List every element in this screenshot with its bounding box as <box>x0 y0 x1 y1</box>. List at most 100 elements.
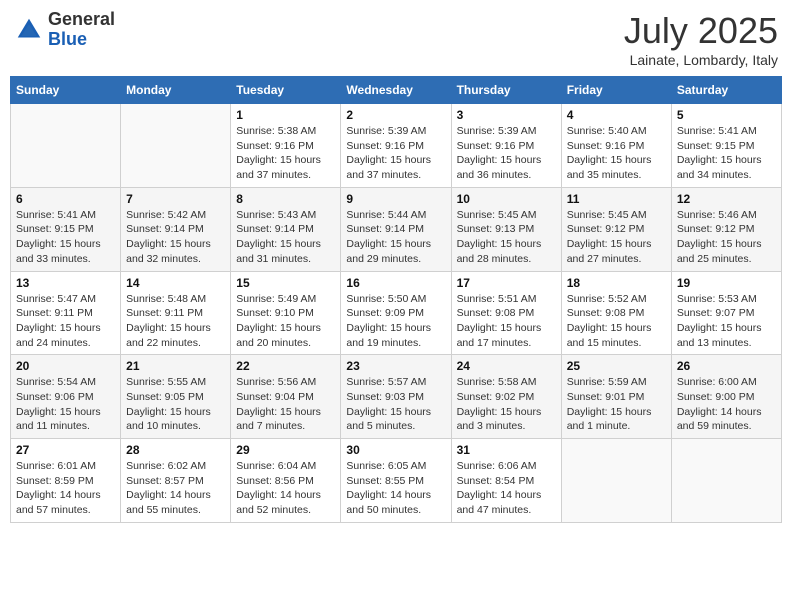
day-info: Sunrise: 5:38 AMSunset: 9:16 PMDaylight:… <box>236 124 335 183</box>
day-cell: 20 Sunrise: 5:54 AMSunset: 9:06 PMDayligh… <box>11 355 121 439</box>
week-row-1: 1 Sunrise: 5:38 AMSunset: 9:16 PMDaylight… <box>11 104 782 188</box>
day-info: Sunrise: 5:42 AMSunset: 9:14 PMDaylight:… <box>126 208 225 267</box>
day-info: Sunrise: 5:51 AMSunset: 9:08 PMDaylight:… <box>457 292 556 351</box>
day-cell <box>11 104 121 188</box>
day-number: 8 <box>236 192 335 206</box>
day-number: 10 <box>457 192 556 206</box>
day-info: Sunrise: 5:47 AMSunset: 9:11 PMDaylight:… <box>16 292 115 351</box>
day-info: Sunrise: 5:41 AMSunset: 9:15 PMDaylight:… <box>16 208 115 267</box>
day-number: 22 <box>236 359 335 373</box>
day-cell: 27 Sunrise: 6:01 AMSunset: 8:59 PMDayligh… <box>11 439 121 523</box>
day-number: 3 <box>457 108 556 122</box>
day-info: Sunrise: 5:50 AMSunset: 9:09 PMDaylight:… <box>346 292 445 351</box>
day-info: Sunrise: 5:39 AMSunset: 9:16 PMDaylight:… <box>346 124 445 183</box>
day-info: Sunrise: 6:02 AMSunset: 8:57 PMDaylight:… <box>126 459 225 518</box>
day-number: 1 <box>236 108 335 122</box>
day-number: 31 <box>457 443 556 457</box>
day-info: Sunrise: 5:52 AMSunset: 9:08 PMDaylight:… <box>567 292 666 351</box>
day-info: Sunrise: 6:01 AMSunset: 8:59 PMDaylight:… <box>16 459 115 518</box>
day-number: 28 <box>126 443 225 457</box>
day-number: 15 <box>236 276 335 290</box>
day-cell: 2 Sunrise: 5:39 AMSunset: 9:16 PMDaylight… <box>341 104 451 188</box>
day-info: Sunrise: 5:59 AMSunset: 9:01 PMDaylight:… <box>567 375 666 434</box>
col-header-sunday: Sunday <box>11 77 121 104</box>
day-info: Sunrise: 5:56 AMSunset: 9:04 PMDaylight:… <box>236 375 335 434</box>
day-number: 27 <box>16 443 115 457</box>
day-cell: 26Sunrise: 6:00 AMSunset: 9:00 PMDayligh… <box>671 355 781 439</box>
day-number: 29 <box>236 443 335 457</box>
month-title: July 2025 <box>624 10 778 52</box>
day-cell: 30Sunrise: 6:05 AMSunset: 8:55 PMDayligh… <box>341 439 451 523</box>
day-info: Sunrise: 5:41 AMSunset: 9:15 PMDaylight:… <box>677 124 776 183</box>
day-cell <box>121 104 231 188</box>
logo-blue: Blue <box>48 30 115 50</box>
day-info: Sunrise: 6:06 AMSunset: 8:54 PMDaylight:… <box>457 459 556 518</box>
week-row-4: 20 Sunrise: 5:54 AMSunset: 9:06 PMDayligh… <box>11 355 782 439</box>
page-header: General Blue July 2025 Lainate, Lombardy… <box>10 10 782 68</box>
day-cell: 17 Sunrise: 5:51 AMSunset: 9:08 PMDayligh… <box>451 271 561 355</box>
logo-general: General <box>48 10 115 30</box>
col-header-friday: Friday <box>561 77 671 104</box>
logo: General Blue <box>14 10 115 50</box>
week-row-3: 13 Sunrise: 5:47 AMSunset: 9:11 PMDayligh… <box>11 271 782 355</box>
day-info: Sunrise: 5:57 AMSunset: 9:03 PMDaylight:… <box>346 375 445 434</box>
week-row-5: 27 Sunrise: 6:01 AMSunset: 8:59 PMDayligh… <box>11 439 782 523</box>
day-cell: 14 Sunrise: 5:48 AMSunset: 9:11 PMDayligh… <box>121 271 231 355</box>
day-number: 20 <box>16 359 115 373</box>
day-info: Sunrise: 5:46 AMSunset: 9:12 PMDaylight:… <box>677 208 776 267</box>
day-number: 23 <box>346 359 445 373</box>
day-cell: 10Sunrise: 5:45 AMSunset: 9:13 PMDayligh… <box>451 187 561 271</box>
col-header-saturday: Saturday <box>671 77 781 104</box>
location: Lainate, Lombardy, Italy <box>624 52 778 68</box>
day-cell: 31 Sunrise: 6:06 AMSunset: 8:54 PMDayligh… <box>451 439 561 523</box>
day-info: Sunrise: 6:05 AMSunset: 8:55 PMDaylight:… <box>346 459 445 518</box>
logo-icon <box>14 15 44 45</box>
day-cell: 4Sunrise: 5:40 AMSunset: 9:16 PMDaylight… <box>561 104 671 188</box>
day-cell: 7 Sunrise: 5:42 AMSunset: 9:14 PMDaylight… <box>121 187 231 271</box>
day-number: 26 <box>677 359 776 373</box>
day-number: 19 <box>677 276 776 290</box>
day-number: 11 <box>567 192 666 206</box>
day-info: Sunrise: 5:40 AMSunset: 9:16 PMDaylight:… <box>567 124 666 183</box>
day-cell: 11 Sunrise: 5:45 AMSunset: 9:12 PMDayligh… <box>561 187 671 271</box>
day-number: 17 <box>457 276 556 290</box>
day-cell: 21 Sunrise: 5:55 AMSunset: 9:05 PMDayligh… <box>121 355 231 439</box>
col-header-wednesday: Wednesday <box>341 77 451 104</box>
day-number: 5 <box>677 108 776 122</box>
day-info: Sunrise: 5:55 AMSunset: 9:05 PMDaylight:… <box>126 375 225 434</box>
day-cell <box>561 439 671 523</box>
day-cell: 1 Sunrise: 5:38 AMSunset: 9:16 PMDaylight… <box>231 104 341 188</box>
day-cell: 25 Sunrise: 5:59 AMSunset: 9:01 PMDayligh… <box>561 355 671 439</box>
day-number: 2 <box>346 108 445 122</box>
day-info: Sunrise: 5:44 AMSunset: 9:14 PMDaylight:… <box>346 208 445 267</box>
title-block: July 2025 Lainate, Lombardy, Italy <box>624 10 778 68</box>
day-cell: 9 Sunrise: 5:44 AMSunset: 9:14 PMDaylight… <box>341 187 451 271</box>
day-number: 16 <box>346 276 445 290</box>
calendar-table: SundayMondayTuesdayWednesdayThursdayFrid… <box>10 76 782 523</box>
day-number: 14 <box>126 276 225 290</box>
day-cell: 18Sunrise: 5:52 AMSunset: 9:08 PMDayligh… <box>561 271 671 355</box>
col-header-tuesday: Tuesday <box>231 77 341 104</box>
day-cell: 16 Sunrise: 5:50 AMSunset: 9:09 PMDayligh… <box>341 271 451 355</box>
header-row: SundayMondayTuesdayWednesdayThursdayFrid… <box>11 77 782 104</box>
day-cell <box>671 439 781 523</box>
day-number: 12 <box>677 192 776 206</box>
day-cell: 22 Sunrise: 5:56 AMSunset: 9:04 PMDayligh… <box>231 355 341 439</box>
day-cell: 8Sunrise: 5:43 AMSunset: 9:14 PMDaylight… <box>231 187 341 271</box>
day-cell: 5 Sunrise: 5:41 AMSunset: 9:15 PMDaylight… <box>671 104 781 188</box>
day-info: Sunrise: 5:45 AMSunset: 9:12 PMDaylight:… <box>567 208 666 267</box>
day-info: Sunrise: 5:48 AMSunset: 9:11 PMDaylight:… <box>126 292 225 351</box>
day-number: 13 <box>16 276 115 290</box>
day-info: Sunrise: 5:39 AMSunset: 9:16 PMDaylight:… <box>457 124 556 183</box>
day-number: 21 <box>126 359 225 373</box>
day-number: 24 <box>457 359 556 373</box>
day-cell: 28 Sunrise: 6:02 AMSunset: 8:57 PMDayligh… <box>121 439 231 523</box>
day-number: 7 <box>126 192 225 206</box>
day-number: 9 <box>346 192 445 206</box>
day-cell: 24Sunrise: 5:58 AMSunset: 9:02 PMDayligh… <box>451 355 561 439</box>
day-info: Sunrise: 5:54 AMSunset: 9:06 PMDaylight:… <box>16 375 115 434</box>
day-number: 6 <box>16 192 115 206</box>
day-info: Sunrise: 5:49 AMSunset: 9:10 PMDaylight:… <box>236 292 335 351</box>
day-number: 25 <box>567 359 666 373</box>
day-cell: 29Sunrise: 6:04 AMSunset: 8:56 PMDayligh… <box>231 439 341 523</box>
